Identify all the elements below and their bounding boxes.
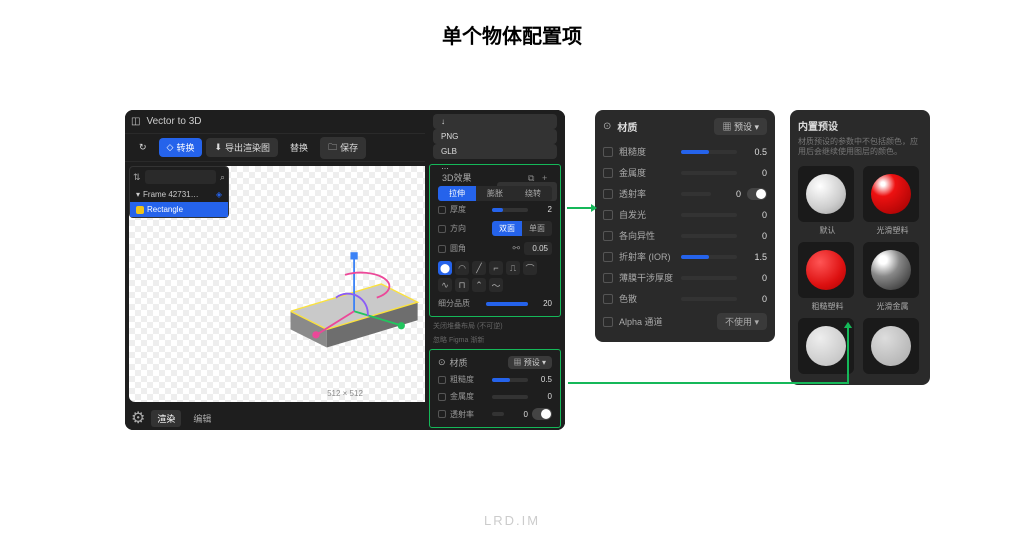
material-icon: ⊙ (603, 121, 611, 132)
presets-panel: 内置预设 材质预设的参数中不包括颜色，应用后会继续使用图层的颜色。 默认光滑塑料… (790, 110, 930, 385)
arrow-to-material (567, 200, 597, 218)
preset-item-1[interactable]: 光滑塑料 (863, 166, 922, 236)
link-icon[interactable]: ⚯ (512, 243, 520, 254)
plus-icon[interactable]: + (542, 173, 552, 183)
preset-item-2[interactable]: 粗糙塑料 (798, 242, 857, 312)
bevel-profile-icons: ⬤ ◠ ╱ ⌐ ⎍ ⌒ ∿ ⊓ ⌃ 〜 (438, 258, 552, 295)
bevel-6[interactable]: ⌒ (523, 261, 537, 275)
chk-dispersion[interactable] (603, 294, 613, 304)
radius-input[interactable]: 0.05 (524, 242, 552, 255)
roughness-slider-mini[interactable] (492, 378, 528, 382)
layer-panel: ⇅ ⌕ ▾ Frame 42731… ◈ Rectangle (129, 166, 229, 218)
bevel-4[interactable]: ⌐ (489, 261, 503, 275)
chk-emissive[interactable] (603, 210, 613, 220)
section-material-mini: ⊙ 材质 ▦ 预设 ▾ 粗糙度 0.5 金属度 0 透射率 0 (429, 349, 561, 428)
preset-button-mini[interactable]: ▦ 预设 ▾ (508, 356, 552, 369)
arrow-to-presets (568, 378, 868, 453)
app-title: Vector to 3D (146, 116, 201, 127)
anisotropy-slider[interactable] (681, 234, 737, 238)
bevel-7[interactable]: ∿ (438, 278, 452, 292)
preset-item-3[interactable]: 光滑金属 (863, 242, 922, 312)
gear-icon[interactable]: ⚙ (131, 408, 145, 428)
chk-roughness-mini[interactable] (438, 376, 446, 384)
save-button[interactable]: 🗀保存 (320, 137, 366, 159)
chk-thinfilm[interactable] (603, 273, 613, 283)
chk-anisotropy[interactable] (603, 231, 613, 241)
watermark: LRD.IM (484, 513, 540, 528)
transmission-slider-mini[interactable] (492, 412, 504, 416)
thinfilm-slider[interactable] (681, 276, 737, 280)
bevel-10[interactable]: 〜 (489, 278, 503, 292)
presets-title: 内置预设 (798, 122, 838, 133)
bevel-8[interactable]: ⊓ (455, 278, 469, 292)
chk-roughness[interactable] (603, 147, 613, 157)
alpha-dropdown[interactable]: 不使用 ▾ (717, 313, 767, 330)
download-button[interactable]: ↓ (433, 114, 557, 129)
seg-inflate: 膨胀 (476, 186, 514, 201)
search-icon[interactable]: ⌕ (220, 172, 225, 183)
tab-render[interactable]: 渲染 (151, 410, 181, 427)
bevel-1[interactable]: ⬤ (438, 261, 452, 275)
chk-alpha[interactable] (603, 317, 613, 327)
format-glb[interactable]: GLB (433, 144, 557, 159)
reorder-icon[interactable]: ⇅ (133, 172, 141, 183)
transmission-toggle[interactable] (747, 188, 767, 200)
layer-item-rectangle[interactable]: Rectangle (130, 202, 228, 217)
note-figma: 忽略 Figma 渐新 (425, 333, 565, 347)
visibility-icon[interactable]: ◈ (216, 190, 222, 199)
search-input[interactable] (145, 170, 216, 184)
bevel-5[interactable]: ⎍ (506, 261, 520, 275)
preset-grid: 默认光滑塑料粗糙塑料光滑金属 (798, 166, 922, 377)
presets-desc: 材质预设的参数中不包括颜色，应用后会继续使用图层的颜色。 (798, 137, 922, 158)
checkbox-direction[interactable] (438, 225, 446, 233)
metalness-slider-mini[interactable] (492, 395, 528, 399)
metalness-slider[interactable] (681, 171, 737, 175)
dispersion-slider[interactable] (681, 297, 737, 301)
subdiv-slider[interactable] (486, 302, 528, 306)
direction-segment[interactable]: 双面 单面 (492, 221, 552, 236)
chevron-down-icon: ▾ (136, 190, 140, 199)
checkbox-radius[interactable] (438, 245, 446, 253)
export-render-button[interactable]: ⬇导出渲染图 (206, 138, 278, 157)
material-icon: ⊙ (438, 357, 446, 368)
note-stack: 关闭堆叠布局 (不可逆) (425, 319, 565, 333)
inspector: ↓ PNG GLB … ⊕ 全局 ◎ 选中物体 3D效果 ⧉+ 拉伸 膨胀 绕转… (425, 110, 565, 430)
seg-rotate: 绕转 (514, 186, 552, 201)
chk-transmission-mini[interactable] (438, 410, 446, 418)
checkbox-thickness[interactable] (438, 206, 446, 214)
preset-item-4[interactable] (798, 318, 857, 377)
tab-edit[interactable]: 编辑 (187, 410, 217, 427)
page-title: 单个物体配置项 (0, 0, 1024, 59)
bevel-3[interactable]: ╱ (472, 261, 486, 275)
reload-icon[interactable]: ↻ (131, 139, 155, 156)
cube-icon: ◫ (131, 116, 140, 127)
material-panel: ⊙ 材质 ▦ 预设 ▾ 粗糙度0.5 金属度0 透射率0 自发光0 各向异性0 … (595, 110, 775, 342)
chk-ior[interactable] (603, 252, 613, 262)
emissive-slider[interactable] (681, 213, 737, 217)
preset-item-5[interactable] (863, 318, 922, 377)
transmission-slider[interactable] (681, 192, 711, 196)
ior-slider[interactable] (681, 255, 737, 259)
replace-button[interactable]: 替换 (282, 138, 316, 157)
preset-button[interactable]: ▦ 预设 ▾ (714, 118, 767, 135)
preset-item-0[interactable]: 默认 (798, 166, 857, 236)
copy-icon[interactable]: ⧉ (528, 173, 538, 183)
transmission-toggle-mini[interactable] (532, 408, 552, 420)
roughness-slider[interactable] (681, 150, 737, 154)
format-png[interactable]: PNG (433, 129, 557, 144)
chk-metalness[interactable] (603, 168, 613, 178)
layer-item-frame[interactable]: ▾ Frame 42731… ◈ (130, 187, 228, 202)
bevel-9[interactable]: ⌃ (472, 278, 486, 292)
canvas-size: 512 × 512 (327, 389, 363, 398)
layer-swatch (136, 206, 144, 214)
bevel-2[interactable]: ◠ (455, 261, 469, 275)
section-3d-effect: 3D效果 ⧉+ 拉伸 膨胀 绕转 厚度 2 方向 双面 单面 圆角 ⚯ (429, 164, 561, 317)
effect-segment[interactable]: 拉伸 膨胀 绕转 (438, 186, 552, 201)
thickness-slider[interactable] (492, 208, 528, 212)
convert-button[interactable]: ◇转换 (159, 138, 203, 157)
chk-metalness-mini[interactable] (438, 393, 446, 401)
chk-transmission[interactable] (603, 189, 613, 199)
seg-extrude: 拉伸 (438, 186, 476, 201)
